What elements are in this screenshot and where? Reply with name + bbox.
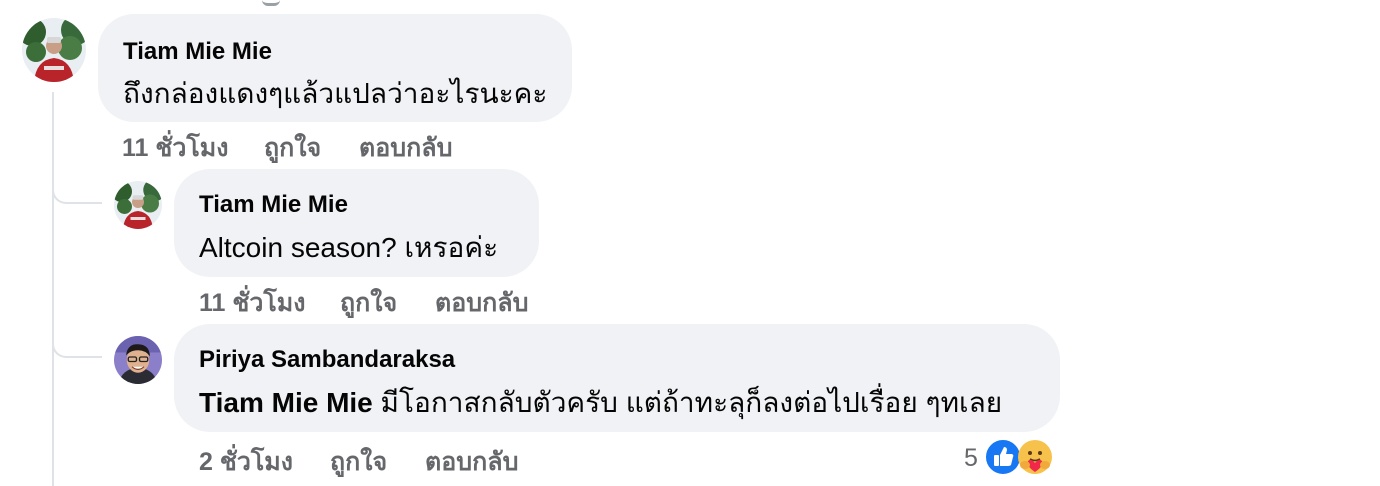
- mention-link[interactable]: Tiam Mie Mie: [199, 387, 373, 418]
- avatar[interactable]: [114, 181, 162, 229]
- care-icon: [1018, 440, 1052, 474]
- comment-author[interactable]: Tiam Mie Mie: [199, 191, 348, 219]
- comment-timestamp[interactable]: 11 ชั่วโมง: [199, 283, 306, 323]
- comment-text: Tiam Mie Mie มีโอกาสกลับตัวครับ แต่ถ้าทะ…: [199, 381, 1002, 425]
- reaction-summary[interactable]: 5: [964, 438, 1056, 478]
- comment-bubble: Tiam Mie Mie ถึงกล่องแดงๆแล้วแปลว่าอะไรน…: [98, 14, 572, 122]
- like-button[interactable]: ถูกใจ: [340, 283, 397, 323]
- reply-connector: [52, 338, 102, 358]
- comment-text: ถึงกล่องแดงๆแล้วแปลว่าอะไรนะคะ: [123, 78, 548, 109]
- reply-button[interactable]: ตอบกลับ: [435, 283, 528, 323]
- reply-connector: [52, 184, 102, 204]
- comment-text: Altcoin season? เหรอค่ะ: [199, 232, 499, 263]
- thread-line: [52, 92, 54, 486]
- comment-timestamp[interactable]: 2 ชั่วโมง: [199, 442, 293, 482]
- reaction-count: 5: [964, 444, 978, 472]
- comment-thread: Tiam Mie Mie ถึงกล่องแดงๆแล้วแปลว่าอะไรน…: [0, 0, 1380, 486]
- comment-bubble: Tiam Mie Mie Altcoin season? เหรอค่ะ: [174, 169, 539, 277]
- comment-actions: 11 ชั่วโมง ถูกใจ ตอบกลับ: [122, 128, 522, 162]
- comment-actions: 11 ชั่วโมง ถูกใจ ตอบกลับ: [199, 283, 599, 317]
- like-button[interactable]: ถูกใจ: [264, 128, 321, 168]
- comment-timestamp[interactable]: 11 ชั่วโมง: [122, 128, 229, 168]
- comment-author[interactable]: Tiam Mie Mie: [123, 38, 272, 66]
- reply-button[interactable]: ตอบกลับ: [359, 128, 452, 168]
- reply-button[interactable]: ตอบกลับ: [425, 442, 518, 482]
- comment-text-body: มีโอกาสกลับตัวครับ แต่ถ้าทะลุก็ลงต่อไปเร…: [372, 387, 1003, 418]
- comment-bubble: Piriya Sambandaraksa Tiam Mie Mie มีโอกา…: [174, 324, 1060, 432]
- comment-author[interactable]: Piriya Sambandaraksa: [199, 346, 455, 374]
- avatar[interactable]: [114, 336, 162, 384]
- avatar[interactable]: [22, 18, 86, 82]
- comment-actions: 2 ชั่วโมง ถูกใจ ตอบกลับ: [199, 442, 599, 476]
- like-button[interactable]: ถูกใจ: [330, 442, 387, 482]
- previous-comment-fragment: [262, 0, 280, 6]
